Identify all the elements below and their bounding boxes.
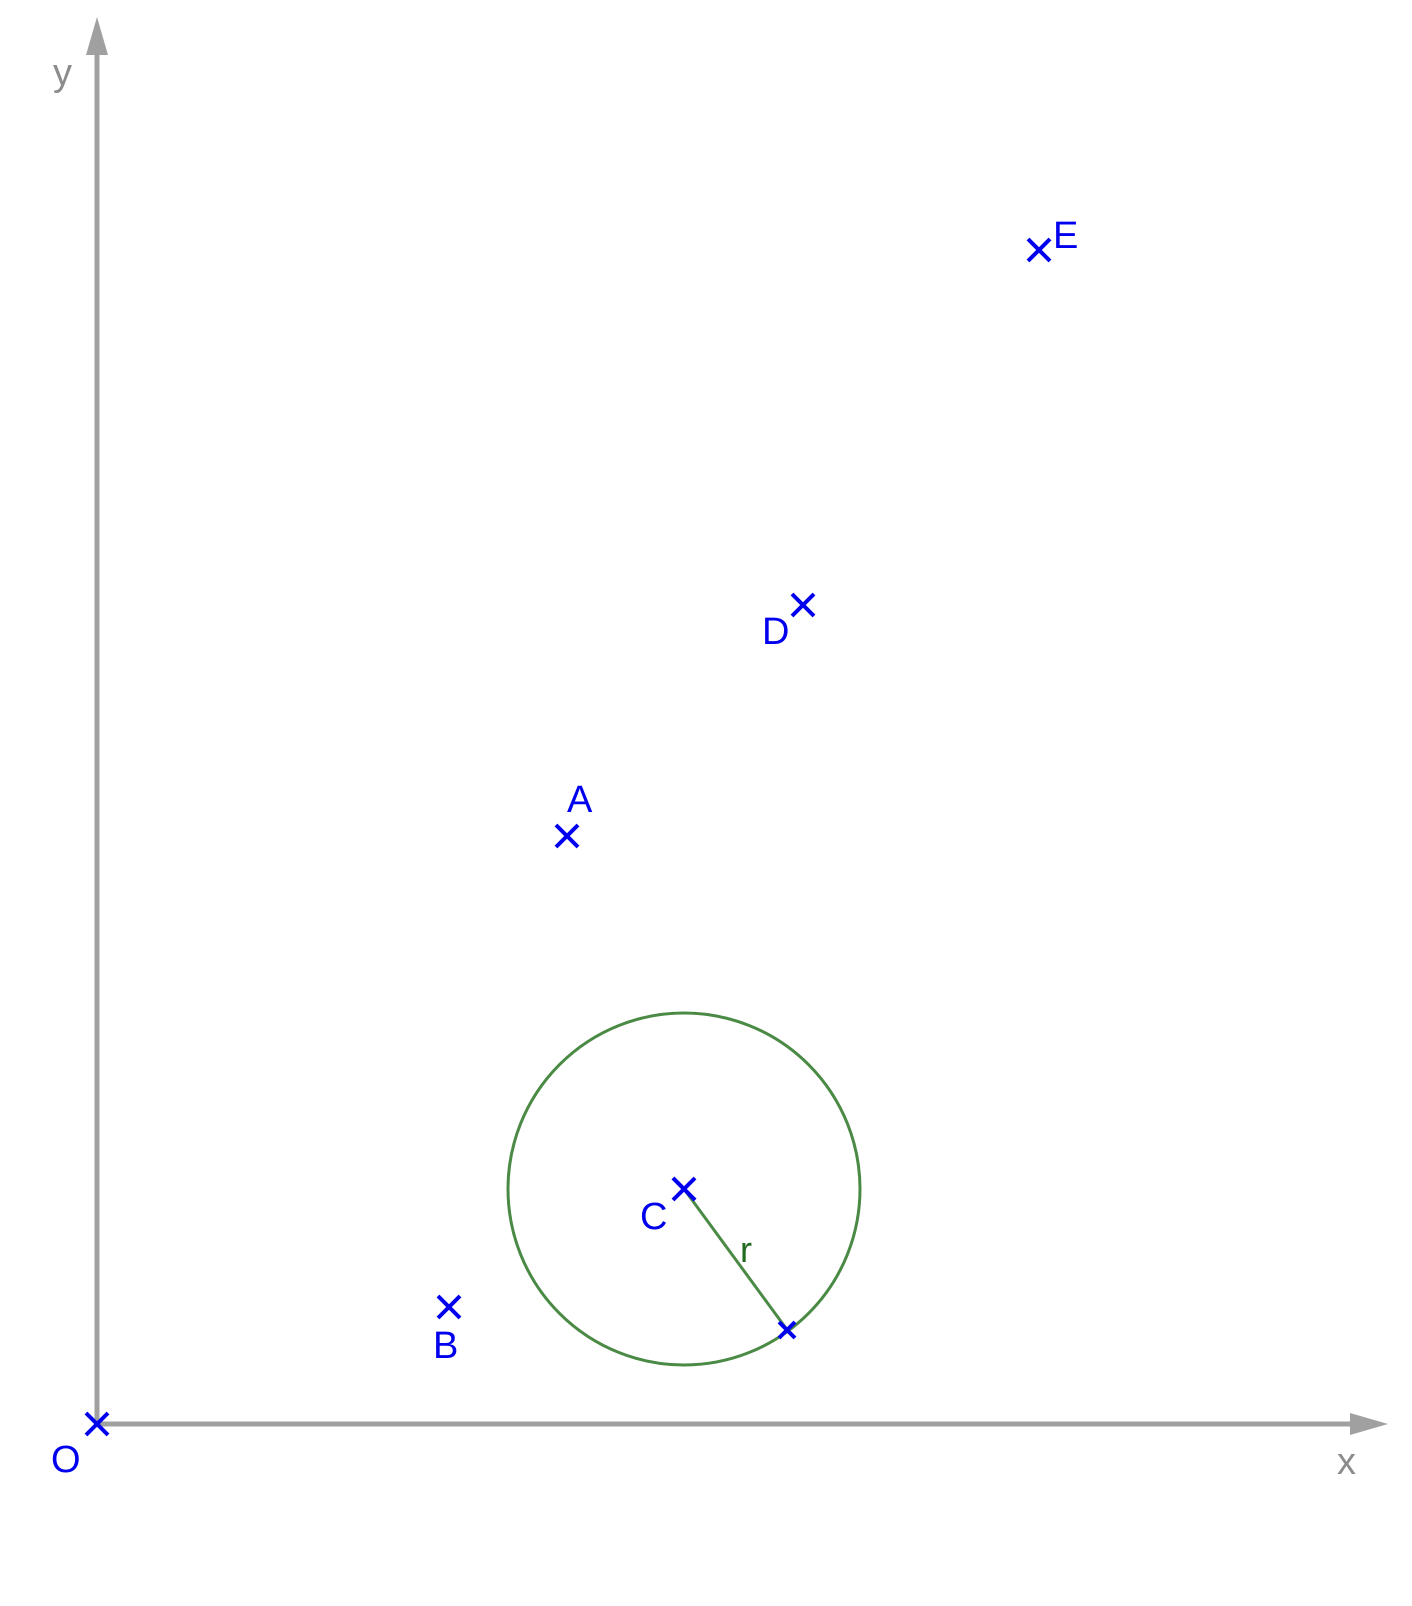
axes: x y bbox=[53, 17, 1388, 1483]
point-b: B bbox=[433, 1294, 462, 1367]
point-a-mark bbox=[554, 823, 580, 849]
radius-label: r bbox=[740, 1229, 752, 1270]
point-b-label: B bbox=[433, 1325, 458, 1367]
x-axis-label: x bbox=[1337, 1441, 1356, 1483]
radius-segment bbox=[682, 1188, 790, 1332]
y-axis-label: y bbox=[53, 52, 72, 94]
point-o-label: O bbox=[51, 1439, 81, 1481]
point-c-label: C bbox=[640, 1196, 667, 1238]
x-axis-arrowhead bbox=[1350, 1413, 1388, 1435]
point-c-mark bbox=[671, 1176, 697, 1202]
point-a: A bbox=[554, 779, 593, 849]
point-c: C bbox=[640, 1176, 697, 1238]
point-e: E bbox=[1026, 215, 1078, 263]
point-e-mark bbox=[1026, 237, 1052, 263]
point-d-mark bbox=[790, 592, 816, 618]
circle-point-mark bbox=[777, 1320, 797, 1340]
coordinate-diagram: x y r O A B C D E bbox=[51, 17, 1388, 1483]
y-axis-arrowhead bbox=[86, 17, 108, 55]
point-b-mark bbox=[436, 1294, 462, 1320]
point-d-label: D bbox=[762, 611, 789, 653]
point-d: D bbox=[762, 592, 816, 653]
point-e-label: E bbox=[1053, 215, 1078, 257]
point-a-label: A bbox=[567, 779, 593, 821]
point-o: O bbox=[51, 1411, 110, 1481]
